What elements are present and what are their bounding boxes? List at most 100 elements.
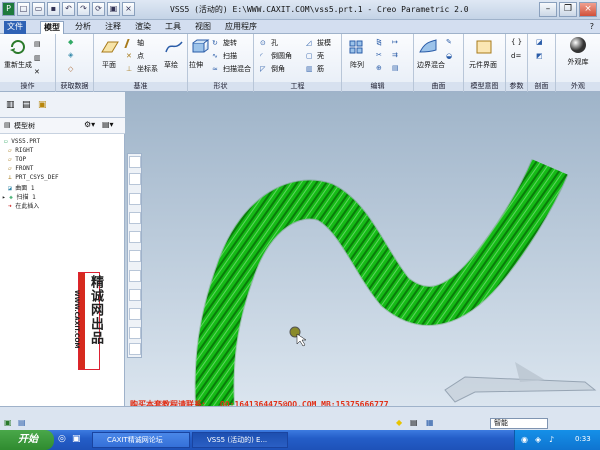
revolve-button[interactable]: ↻ 旋转 xyxy=(212,38,237,48)
tab-annotate[interactable]: 注释 xyxy=(102,21,124,34)
view-manager-icon[interactable]: ◩ xyxy=(536,52,543,60)
copy-icon[interactable]: ▤ xyxy=(34,40,41,48)
zoom-out-icon[interactable] xyxy=(129,193,141,205)
status-ok-icon[interactable]: ▣ xyxy=(4,418,12,427)
tree-node-insert-here[interactable]: ➜ 在此插入 xyxy=(8,201,39,210)
tab-file[interactable]: 文件 xyxy=(4,21,26,34)
status-tree-icon[interactable]: ▤ xyxy=(18,418,26,427)
message-log-icon[interactable]: ▤ xyxy=(410,418,418,427)
message-indicator-icon[interactable]: ◆ xyxy=(396,418,402,427)
swept-blend-button[interactable]: ≈ 扫描混合 xyxy=(212,64,251,74)
offset-icon[interactable]: ⇉ xyxy=(392,51,398,59)
model-tree-view-icon[interactable]: ▥ xyxy=(6,100,15,110)
regenerate-small-icon[interactable]: ⟳ xyxy=(92,2,105,16)
rib-button[interactable]: ▥ 筋 xyxy=(306,64,324,74)
thicken-icon[interactable]: ▤ xyxy=(392,64,399,72)
folder-browser-icon[interactable]: ▤ xyxy=(22,100,31,110)
tree-node-csys[interactable]: ⊥ PRT_CSYS_DEF xyxy=(8,174,59,181)
section-icon[interactable]: ◪ xyxy=(536,38,543,46)
style-icon[interactable]: ✎ xyxy=(446,38,452,46)
chamfer-button[interactable]: ◸ 倒角 xyxy=(260,64,285,74)
favorites-icon[interactable]: ▣ xyxy=(38,100,47,110)
tray-icon[interactable]: ◈ xyxy=(535,435,541,444)
freestyle-icon[interactable]: ◒ xyxy=(446,52,452,60)
orient-mode-icon[interactable] xyxy=(129,343,141,355)
pattern-icon[interactable] xyxy=(348,38,368,56)
close-window-small-icon[interactable]: × xyxy=(122,2,135,16)
copy-geometry-icon[interactable]: ◆ xyxy=(68,38,73,46)
annotation-display-icon[interactable] xyxy=(129,308,141,320)
tree-columns-icon[interactable]: ▤▾ xyxy=(102,120,114,129)
tab-render[interactable]: 渲染 xyxy=(132,21,154,34)
boundary-blend-icon[interactable] xyxy=(418,38,438,56)
appearance-gallery-button[interactable]: 外观库 xyxy=(566,58,590,66)
redo-icon[interactable]: ↷ xyxy=(77,2,90,16)
merge-icon[interactable]: ⊕ xyxy=(376,64,382,72)
shell-button[interactable]: ▢ 壳 xyxy=(306,51,324,61)
tree-node-top[interactable]: ▱ TOP xyxy=(8,156,26,163)
trim-icon[interactable]: ✂ xyxy=(376,51,382,59)
sweep-button[interactable]: ∿ 扫描 xyxy=(212,51,237,61)
tree-node-surface[interactable]: ◪ 曲面 1 xyxy=(8,183,34,192)
extrude-button[interactable]: 拉伸 xyxy=(189,60,203,70)
new-file-icon[interactable]: □ xyxy=(17,2,30,16)
close-button[interactable]: × xyxy=(579,2,597,17)
appearance-ball-icon[interactable] xyxy=(568,36,588,54)
tree-settings-icon[interactable]: ⚙▾ xyxy=(84,120,95,129)
tree-node-root[interactable]: ▭ VSS5.PRT xyxy=(4,138,40,145)
tray-icon[interactable]: ◉ xyxy=(521,435,528,444)
task-creo-window[interactable]: VSS5 (活动的) E... xyxy=(192,432,288,448)
tree-node-right[interactable]: ▱ RIGHT xyxy=(8,147,33,154)
extend-icon[interactable]: ↦ xyxy=(392,38,398,46)
round-button[interactable]: ◜ 倒圆角 xyxy=(260,51,292,61)
regenerate-button[interactable]: 重新生成 xyxy=(4,60,32,70)
datum-display-icon[interactable] xyxy=(129,289,141,301)
user-defined-feature-icon[interactable]: ◇ xyxy=(68,65,73,73)
mirror-icon[interactable]: ⧎ xyxy=(376,38,382,46)
repaint-icon[interactable] xyxy=(129,212,141,224)
display-style-icon[interactable] xyxy=(129,231,141,243)
open-file-icon[interactable]: ▭ xyxy=(32,2,45,16)
app-logo-icon[interactable]: P xyxy=(2,2,15,16)
relations-icon[interactable]: d= xyxy=(511,52,521,60)
start-button[interactable]: 开始 xyxy=(0,430,54,450)
refit-icon[interactable] xyxy=(129,156,141,168)
component-interface-button[interactable]: 元件界面 xyxy=(469,60,497,70)
spin-center-icon[interactable] xyxy=(129,327,141,339)
tab-applications[interactable]: 应用程序 xyxy=(222,21,260,34)
tree-node-front[interactable]: ▱ FRONT xyxy=(8,165,33,172)
tree-node-sweep[interactable]: ▸ ◈ 扫描 1 xyxy=(2,192,36,201)
point-button[interactable]: ✕ 点 xyxy=(126,51,144,61)
tab-view[interactable]: 视图 xyxy=(192,21,214,34)
task-forum-window[interactable]: CAXIT精诚网论坛 xyxy=(92,432,190,448)
graphics-window[interactable] xyxy=(125,92,600,407)
save-icon[interactable]: ▪ xyxy=(47,2,60,16)
tab-analysis[interactable]: 分析 xyxy=(72,21,94,34)
hole-button[interactable]: ⊙ 孔 xyxy=(260,38,278,48)
pattern-button[interactable]: 阵列 xyxy=(350,60,364,70)
expand-icon[interactable]: ▸ xyxy=(2,194,6,201)
quicklaunch-browser-icon[interactable]: ◎ xyxy=(58,434,66,444)
extrude-icon[interactable] xyxy=(190,38,210,56)
minimize-button[interactable]: – xyxy=(539,2,557,17)
boundary-blend-button[interactable]: 边界混合 xyxy=(417,60,445,70)
undo-icon[interactable]: ↶ xyxy=(62,2,75,16)
tab-tools[interactable]: 工具 xyxy=(162,21,184,34)
quicklaunch-desktop-icon[interactable]: ▣ xyxy=(72,434,81,444)
parameters-icon[interactable]: { } xyxy=(511,38,522,46)
zoom-in-icon[interactable] xyxy=(129,173,141,185)
restore-button[interactable]: ❐ xyxy=(559,2,577,17)
delete-icon[interactable]: ✕ xyxy=(34,68,40,76)
view-manager-icon[interactable] xyxy=(129,270,141,282)
csys-button[interactable]: ⊥ 坐标系 xyxy=(126,64,158,74)
window-icon[interactable]: ▣ xyxy=(107,2,120,16)
sketch-icon[interactable] xyxy=(164,38,184,56)
tab-model[interactable]: 模型 xyxy=(40,21,64,34)
selection-filter[interactable]: 智能 xyxy=(490,418,548,429)
selection-icon[interactable]: ▦ xyxy=(426,418,434,427)
volume-icon[interactable]: ♪ xyxy=(549,435,554,444)
regenerate-icon[interactable] xyxy=(8,38,28,56)
plane-icon[interactable] xyxy=(100,38,120,56)
help-icon[interactable]: ? xyxy=(590,22,594,31)
shrinkwrap-icon[interactable]: ◈ xyxy=(68,51,73,59)
